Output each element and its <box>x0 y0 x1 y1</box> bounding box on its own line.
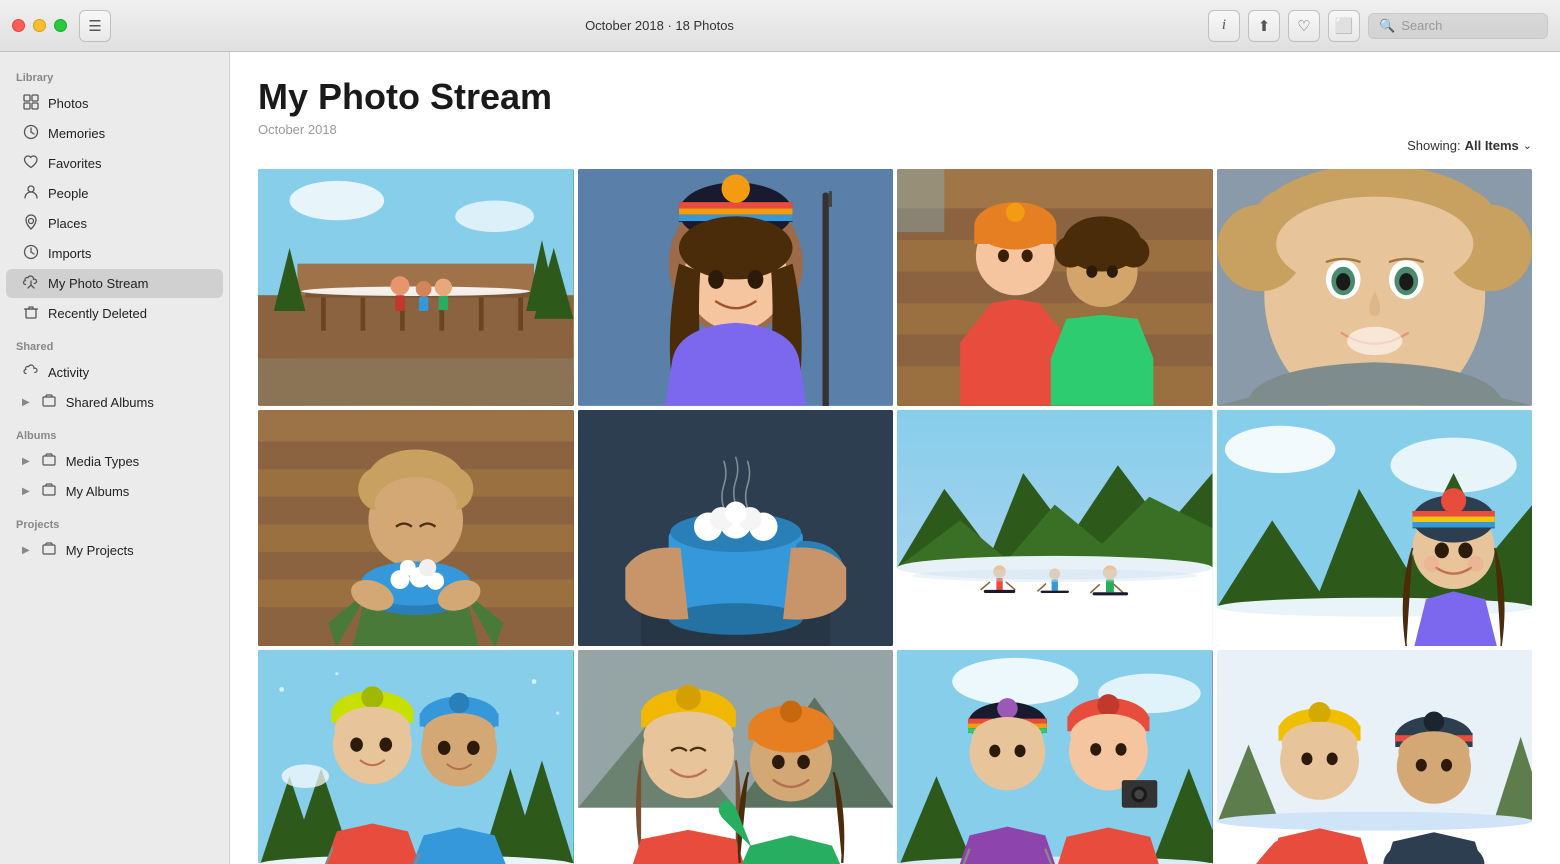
sidebar-item-recently-deleted-label: Recently Deleted <box>48 306 207 321</box>
traffic-lights <box>12 19 67 32</box>
content-header: My Photo Stream October 2018 Showing: Al… <box>258 76 1532 153</box>
shared-albums-icon <box>40 393 58 412</box>
showing-value: All Items <box>1465 138 1519 153</box>
photo-cell[interactable] <box>578 410 894 647</box>
page-title: My Photo Stream <box>258 76 552 118</box>
projects-section-header: Projects <box>0 507 229 535</box>
info-button[interactable]: i <box>1208 10 1240 42</box>
content-area: My Photo Stream October 2018 Showing: Al… <box>230 52 1560 864</box>
photo-cell[interactable] <box>1217 169 1533 406</box>
main-layout: Library Photos Memories <box>0 52 1560 864</box>
sidebar-item-shared-albums[interactable]: ▶ Shared Albums <box>6 388 223 417</box>
photo-cell[interactable] <box>897 169 1213 406</box>
media-types-icon <box>40 452 58 471</box>
sidebar-item-my-projects[interactable]: ▶ My Projects <box>6 536 223 565</box>
share-button[interactable]: ⬆ <box>1248 10 1280 42</box>
sidebar-item-favorites-label: Favorites <box>48 156 207 171</box>
photo-cell[interactable] <box>258 169 574 406</box>
sidebar-item-places-label: Places <box>48 216 207 231</box>
chevron-down-icon: ⌄ <box>1523 139 1532 152</box>
shared-section-header: Shared <box>0 329 229 357</box>
my-projects-icon <box>40 541 58 560</box>
photo-cell[interactable] <box>578 650 894 864</box>
sidebar: Library Photos Memories <box>0 52 230 864</box>
sidebar-item-my-photo-stream-label: My Photo Stream <box>48 276 207 291</box>
sidebar-item-people-label: People <box>48 186 207 201</box>
sidebar-item-my-photo-stream[interactable]: My Photo Stream <box>6 269 223 298</box>
minimize-button[interactable] <box>33 19 46 32</box>
activity-icon <box>22 363 40 382</box>
sidebar-item-activity-label: Activity <box>48 365 207 380</box>
trash-icon <box>22 304 40 323</box>
titlebar-title: October 2018 · 18 Photos <box>585 18 734 33</box>
date-label: October 2018 <box>258 122 552 137</box>
imports-icon <box>22 244 40 263</box>
expand-icon-projects: ▶ <box>22 545 30 556</box>
sidebar-item-favorites[interactable]: Favorites <box>6 149 223 178</box>
titlebar-center: October 2018 · 18 Photos <box>111 18 1208 33</box>
photo-cell[interactable] <box>258 410 574 647</box>
search-bar[interactable]: 🔍 <box>1368 13 1548 39</box>
photo-cell[interactable] <box>1217 650 1533 864</box>
people-icon <box>22 184 40 203</box>
favorite-button[interactable]: ♡ <box>1288 10 1320 42</box>
titlebar: ☰ October 2018 · 18 Photos i ⬆ ♡ ⬜ 🔍 <box>0 0 1560 52</box>
slideshow-icon: ⬜ <box>1335 17 1354 35</box>
sidebar-item-places[interactable]: Places <box>6 209 223 238</box>
sidebar-item-imports-label: Imports <box>48 246 207 261</box>
slideshow-button[interactable]: ⬜ <box>1328 10 1360 42</box>
photo-cell[interactable] <box>1217 410 1533 647</box>
showing-text: Showing: <box>1407 138 1460 153</box>
sidebar-toggle-icon: ☰ <box>88 17 101 35</box>
places-icon <box>22 214 40 233</box>
photo-cell[interactable] <box>258 650 574 864</box>
heart-icon: ♡ <box>1297 17 1310 35</box>
titlebar-buttons: i ⬆ ♡ ⬜ 🔍 <box>1208 10 1548 42</box>
expand-icon: ▶ <box>22 397 30 408</box>
library-section-header: Library <box>0 60 229 88</box>
search-icon: 🔍 <box>1379 18 1395 34</box>
photo-grid <box>258 169 1532 864</box>
share-icon: ⬆ <box>1258 17 1271 35</box>
photo-cell[interactable] <box>578 169 894 406</box>
sidebar-item-my-projects-label: My Projects <box>66 543 207 558</box>
sidebar-item-memories-label: Memories <box>48 126 207 141</box>
sidebar-item-memories[interactable]: Memories <box>6 119 223 148</box>
sidebar-item-photos-label: Photos <box>48 96 207 111</box>
photo-cell[interactable] <box>897 650 1213 864</box>
close-button[interactable] <box>12 19 25 32</box>
photo-cell[interactable] <box>897 410 1213 647</box>
sidebar-toggle-button[interactable]: ☰ <box>79 10 111 42</box>
photos-icon <box>22 94 40 113</box>
favorites-icon <box>22 154 40 173</box>
sidebar-item-my-albums-label: My Albums <box>66 484 207 499</box>
info-icon: i <box>1222 17 1226 34</box>
sidebar-item-people[interactable]: People <box>6 179 223 208</box>
albums-section-header: Albums <box>0 418 229 446</box>
sidebar-item-activity[interactable]: Activity <box>6 358 223 387</box>
sidebar-item-recently-deleted[interactable]: Recently Deleted <box>6 299 223 328</box>
showing-filter[interactable]: Showing: All Items ⌄ <box>1407 138 1532 153</box>
sidebar-item-imports[interactable]: Imports <box>6 239 223 268</box>
memories-icon <box>22 124 40 143</box>
sidebar-item-my-albums[interactable]: ▶ My Albums <box>6 477 223 506</box>
expand-icon-media: ▶ <box>22 456 30 467</box>
sidebar-item-shared-albums-label: Shared Albums <box>66 395 207 410</box>
sidebar-item-photos[interactable]: Photos <box>6 89 223 118</box>
sidebar-item-media-types-label: Media Types <box>66 454 207 469</box>
search-input[interactable] <box>1401 18 1537 33</box>
sidebar-item-media-types[interactable]: ▶ Media Types <box>6 447 223 476</box>
expand-icon-albums: ▶ <box>22 486 30 497</box>
photo-stream-icon <box>22 274 40 293</box>
maximize-button[interactable] <box>54 19 67 32</box>
my-albums-icon <box>40 482 58 501</box>
